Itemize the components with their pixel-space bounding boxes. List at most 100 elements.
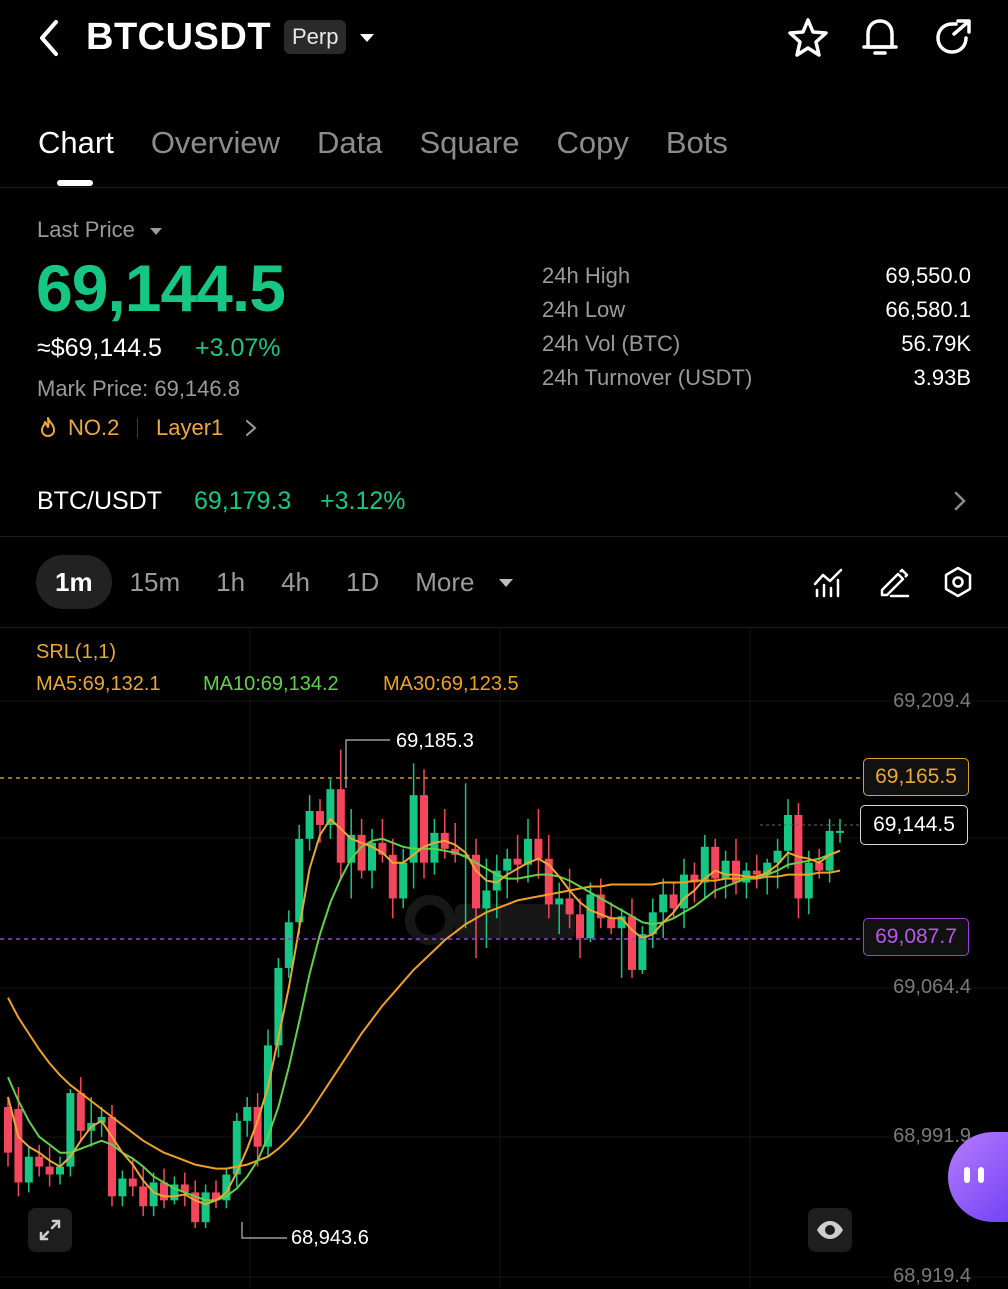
tab-bots[interactable]: Bots: [666, 118, 728, 168]
interval-1d[interactable]: 1D: [346, 555, 379, 609]
visibility-toggle-button[interactable]: [808, 1208, 852, 1252]
tab-data[interactable]: Data: [317, 118, 382, 168]
expand-icon: [39, 1219, 61, 1241]
draw-icon[interactable]: [876, 566, 910, 598]
last-price: 69,144.5: [36, 251, 286, 325]
mark-price: Mark Price: 69,146.8: [37, 376, 240, 401]
indicator-icon[interactable]: [812, 566, 844, 598]
sector-tag[interactable]: Layer1: [156, 413, 223, 443]
candle-body: [815, 862, 824, 871]
tab-chart[interactable]: Chart: [38, 118, 114, 168]
price-change-percent: +3.07%: [195, 334, 281, 362]
chevron-right-icon[interactable]: [244, 418, 258, 438]
divider: [0, 536, 1008, 537]
settings-icon[interactable]: [942, 565, 974, 599]
candle-body: [201, 1192, 210, 1223]
last-price-tag[interactable]: 69,144.5: [860, 805, 968, 845]
ma5-legend: MA5:69,132.1: [36, 673, 161, 695]
stat-turnover-label: 24h Turnover (USDT): [542, 365, 753, 390]
low-leader-line: [241, 1222, 287, 1239]
candle-body: [56, 1166, 64, 1175]
eye-icon: [817, 1221, 843, 1239]
candle-body: [284, 922, 293, 968]
tab-overview[interactable]: Overview: [151, 118, 280, 168]
usd-price: ≈$69,144.5: [37, 334, 162, 362]
rank-badge[interactable]: NO.2: [68, 413, 119, 443]
stat-high-label: 24h High: [542, 263, 631, 288]
chevron-left-icon: [40, 20, 58, 56]
tab-bar: Chart Overview Data Square Copy Bots: [38, 118, 765, 168]
assistant-icon: [964, 1167, 984, 1183]
candle-body: [752, 870, 761, 875]
caret-down-icon[interactable]: [148, 224, 164, 236]
candle-body: [4, 1106, 12, 1153]
candle-body: [586, 894, 595, 939]
candle-body: [836, 830, 844, 833]
candle-body: [534, 838, 543, 859]
assistant-bubble-button[interactable]: [948, 1132, 1008, 1222]
share-icon[interactable]: [930, 14, 976, 60]
srl-indicator-label[interactable]: SRL(1,1): [36, 639, 116, 665]
candle-body: [576, 914, 584, 939]
tab-copy[interactable]: Copy: [556, 118, 628, 168]
y-axis-tick: 69,209.4: [893, 690, 971, 712]
ma30-legend: MA30:69,123.5: [383, 673, 519, 695]
caret-down-icon[interactable]: [498, 576, 514, 588]
candle-body: [118, 1178, 127, 1197]
candle-body: [128, 1178, 137, 1187]
spot-change: +3.12%: [320, 487, 406, 515]
caret-down-icon[interactable]: [358, 24, 376, 52]
stat-low-value: 66,580.1: [885, 297, 971, 322]
interval-1m[interactable]: 1m: [36, 555, 112, 609]
candle-body: [825, 830, 834, 871]
expand-chart-button[interactable]: [28, 1208, 72, 1252]
candle-body: [482, 890, 491, 909]
candle-body: [14, 1108, 23, 1183]
candle-body: [35, 1156, 44, 1167]
candle-body: [108, 1116, 116, 1197]
candle-body: [357, 834, 366, 871]
contract-type-badge[interactable]: Perp: [284, 20, 347, 54]
candlestick-chart[interactable]: [0, 628, 1008, 1288]
interval-more[interactable]: More: [415, 555, 474, 609]
candle-body: [420, 795, 428, 863]
candle-body: [659, 894, 668, 913]
bell-icon[interactable]: [858, 14, 902, 60]
star-icon[interactable]: [786, 16, 830, 60]
candle-body: [721, 860, 730, 879]
tab-square[interactable]: Square: [420, 118, 520, 168]
candle-body: [305, 811, 314, 839]
divider: [0, 187, 1008, 188]
candle-body: [430, 832, 439, 863]
ma10-legend: MA10:69,134.2: [203, 673, 339, 695]
candle-body: [316, 811, 324, 825]
candle-body: [628, 916, 636, 970]
watermark-logo: [405, 895, 575, 945]
low-annotation: 68,943.6: [291, 1227, 369, 1249]
candle-body: [804, 862, 813, 899]
candle-body: [565, 898, 574, 915]
stat-volume-value: 56.79K: [901, 331, 971, 356]
divider: [137, 418, 138, 438]
high-annotation: 69,185.3: [396, 730, 474, 752]
symbol-title[interactable]: BTCUSDT: [86, 14, 271, 60]
stat-high-value: 69,550.0: [885, 263, 971, 288]
candle-body: [243, 1106, 252, 1121]
chevron-right-icon[interactable]: [952, 489, 968, 513]
mark-price-tag[interactable]: 69,087.7: [863, 918, 969, 956]
interval-4h[interactable]: 4h: [281, 555, 310, 609]
stat-turnover-value: 3.93B: [913, 365, 972, 390]
y-axis-tick: 69,064.4: [893, 976, 971, 998]
candle-body: [607, 918, 616, 929]
active-tab-indicator: [57, 180, 93, 186]
candle-body: [503, 858, 512, 871]
interval-15m[interactable]: 15m: [130, 555, 181, 609]
price-type-label[interactable]: Last Price: [37, 215, 135, 245]
candle-body: [24, 1156, 33, 1183]
price-level-tag[interactable]: 69,165.5: [863, 758, 969, 796]
interval-bar: 1m 15m 1h 4h 1D More: [36, 555, 511, 609]
fire-icon: [38, 416, 58, 438]
back-button[interactable]: [30, 16, 70, 60]
spot-pair: BTC/USDT: [37, 487, 162, 515]
interval-1h[interactable]: 1h: [216, 555, 245, 609]
